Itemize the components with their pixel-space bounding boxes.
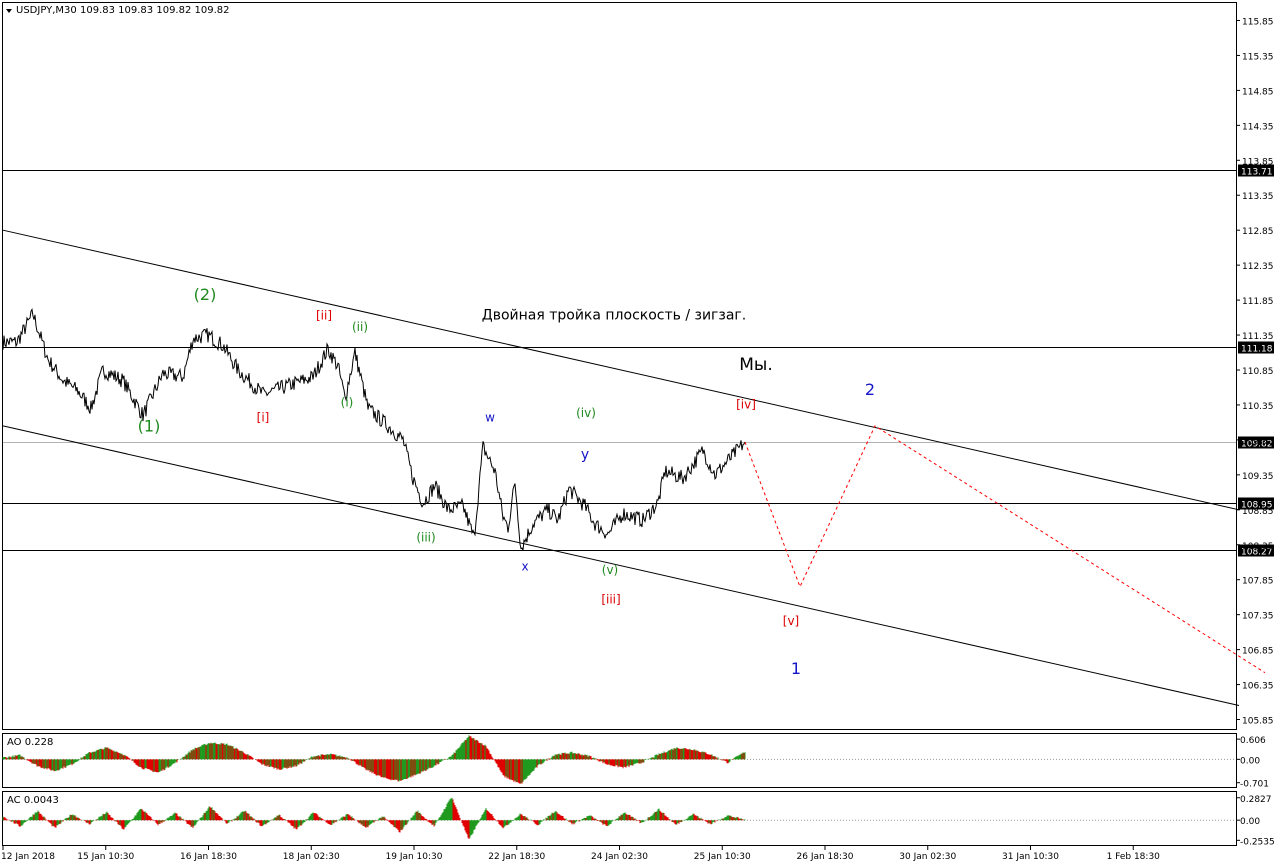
indicator-tick-label: -0.2535: [1240, 837, 1275, 847]
level-label: 111.18: [1241, 345, 1273, 355]
x-tick-label: 15 Jan 10:30: [77, 852, 134, 862]
y-tick-label: 110.85: [1242, 367, 1274, 377]
channel-lines: [2, 229, 1240, 707]
wave-label: (2): [194, 285, 217, 304]
indicator-tick-label: -0.701: [1240, 780, 1269, 790]
price-axis[interactable]: 113.71111.18109.82108.95108.27115.85115.…: [1236, 17, 1274, 727]
wave-label: Двойная тройка плоскость / зигзаг.: [482, 308, 746, 324]
y-tick-label: 114.85: [1242, 87, 1274, 97]
y-tick-label: 115.85: [1242, 17, 1274, 27]
x-tick-label: 16 Jan 18:30: [180, 852, 237, 862]
wave-label: [v]: [783, 614, 799, 628]
y-tick-label: 113.35: [1242, 192, 1274, 202]
wave-label: 1: [791, 659, 801, 678]
time-axis[interactable]: 12 Jan 2018 15 Jan 10:30 16 Jan 18:30 18 Ja…: [1, 846, 1160, 862]
y-tick-label: 115.35: [1242, 52, 1274, 62]
x-tick-label: 31 Jan 10:30: [1002, 852, 1059, 862]
indicator-tick-label: 0.606: [1240, 736, 1266, 746]
x-tick-label: 18 Jan 02:30: [283, 852, 340, 862]
y-tick-label: 108.35: [1242, 542, 1274, 552]
y-tick-label: 110.35: [1242, 402, 1274, 412]
x-tick-label: 22 Jan 18:30: [488, 852, 545, 862]
ao-label: AO 0.228: [7, 737, 53, 748]
y-tick-label: 109.85: [1242, 437, 1274, 447]
x-tick-label: 25 Jan 10:30: [694, 852, 751, 862]
ac-label: AC 0.0043: [7, 795, 59, 806]
ao-axis: 0.606 0.00 -0.701: [1236, 736, 1269, 790]
y-tick-label: 113.85: [1242, 157, 1274, 167]
y-tick-label: 112.35: [1242, 262, 1274, 272]
wave-label: (v): [602, 563, 618, 577]
wave-label: Мы.: [739, 355, 773, 375]
price-chart[interactable]: USDJPY,M30 109.83 109.83 109.82 109.82 (…: [0, 0, 1276, 866]
wave-label: 2: [865, 380, 875, 399]
ac-axis: 0.2827 0.00 -0.2535: [1236, 795, 1275, 847]
y-tick-label: 106.35: [1242, 682, 1274, 692]
x-tick-label: 26 Jan 18:30: [797, 852, 854, 862]
price-series: [2, 308, 746, 551]
x-tick-label: 30 Jan 02:30: [899, 852, 956, 862]
y-tick-label: 108.85: [1242, 507, 1274, 517]
wave-label: (iii): [416, 530, 435, 544]
forecast-path: [744, 425, 1266, 674]
x-tick-label: 12 Jan 2018: [1, 852, 55, 862]
price-line: [2, 308, 746, 551]
indicator-tick-label: 0.00: [1240, 756, 1260, 766]
wave-label: [i]: [257, 411, 270, 425]
y-tick-label: 107.35: [1242, 612, 1274, 622]
wave-label: [iv]: [736, 397, 756, 411]
indicator-tick-label: 0.2827: [1240, 795, 1272, 805]
wave-label: (ii): [352, 320, 368, 334]
y-tick-label: 111.35: [1242, 332, 1274, 342]
wave-label: y: [581, 447, 589, 463]
ao-histogram: [2, 735, 1236, 784]
forecast-line: [744, 425, 1266, 674]
y-tick-label: 106.85: [1242, 647, 1274, 657]
y-tick-label: 109.35: [1242, 472, 1274, 482]
x-tick-label: 19 Jan 10:30: [386, 852, 443, 862]
y-tick-label: 105.85: [1242, 717, 1274, 727]
symbol-label: USDJPY,M30: [16, 5, 77, 16]
ac-histogram: [2, 797, 1236, 839]
indicator-tick-label: 0.00: [1240, 817, 1260, 827]
symbol-dropdown-icon[interactable]: [6, 9, 12, 13]
y-tick-label: 107.85: [1242, 577, 1274, 587]
horizontal-levels: [3, 170, 1236, 551]
wave-label: x: [521, 560, 528, 574]
y-tick-label: 114.35: [1242, 122, 1274, 132]
main-pane-frame: [2, 2, 1237, 730]
x-tick-label: 1 Feb 18:30: [1107, 852, 1161, 862]
wave-label: w: [485, 411, 495, 425]
level-label: 113.71: [1241, 168, 1273, 178]
wave-label: (1): [138, 417, 161, 436]
x-tick-label: 24 Jan 02:30: [591, 852, 648, 862]
ohlc-values: 109.83 109.83 109.82 109.82: [80, 5, 230, 16]
y-tick-label: 112.85: [1242, 227, 1274, 237]
wave-label: [ii]: [316, 309, 332, 323]
wave-label: (i): [341, 395, 354, 409]
y-tick-label: 111.85: [1242, 297, 1274, 307]
wave-label: (iv): [576, 406, 596, 420]
wave-label: [iii]: [601, 592, 620, 606]
